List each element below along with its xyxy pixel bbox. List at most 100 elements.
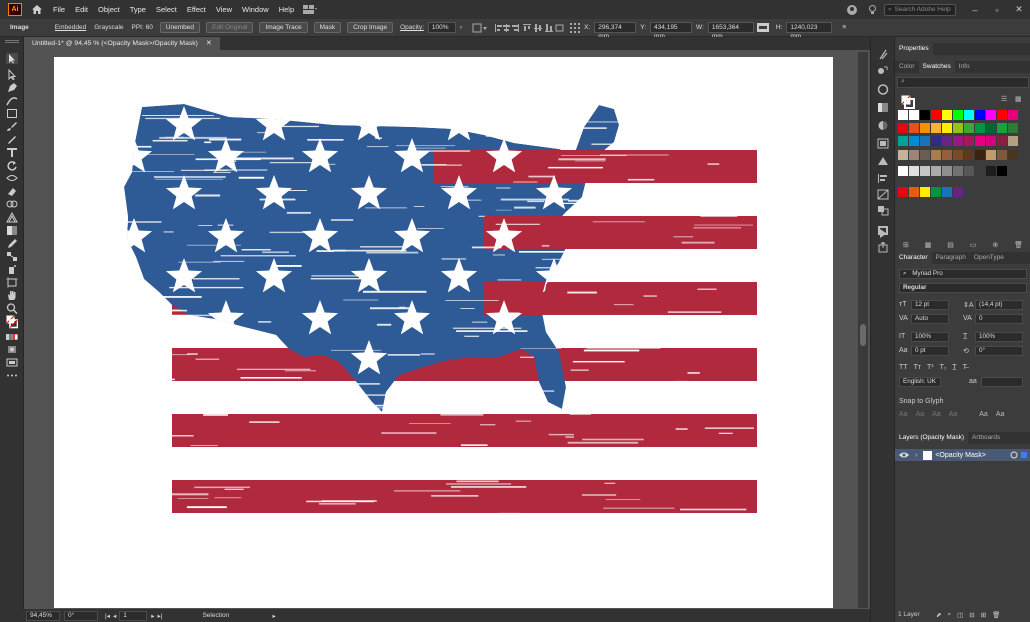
curvature-tool-icon[interactable] bbox=[6, 95, 18, 106]
tab-opentype[interactable]: OpenType bbox=[970, 252, 1008, 264]
close-window-button[interactable]: ✕ bbox=[1008, 4, 1030, 15]
swatch[interactable] bbox=[920, 136, 930, 146]
menu-file[interactable]: File bbox=[48, 5, 70, 14]
swatch-search-input[interactable]: ⌕ bbox=[897, 77, 1029, 88]
swatch[interactable] bbox=[1008, 110, 1018, 120]
language-field[interactable]: English: UK bbox=[899, 376, 941, 387]
new-swatch-icon[interactable]: ⊕ bbox=[992, 241, 998, 250]
snap-xheight-icon[interactable]: Aa bbox=[916, 411, 925, 418]
control-menu-icon[interactable]: ≡ bbox=[838, 24, 850, 31]
swatch[interactable] bbox=[931, 110, 941, 120]
swatch[interactable] bbox=[975, 123, 985, 133]
tab-info[interactable]: Info bbox=[955, 61, 974, 73]
swatch[interactable] bbox=[942, 166, 952, 176]
selection-square-icon[interactable] bbox=[1021, 452, 1027, 458]
superscript-button[interactable]: T¹ bbox=[927, 364, 934, 371]
artboard[interactable] bbox=[54, 57, 833, 608]
previous-artboard-icon[interactable]: ◂ bbox=[113, 612, 116, 620]
swatch[interactable] bbox=[898, 136, 908, 146]
swatch[interactable] bbox=[898, 150, 908, 160]
x-field[interactable]: 296,374 mm bbox=[594, 22, 637, 40]
tab-artboards[interactable]: Artboards bbox=[968, 432, 1004, 444]
swatch-options-icon[interactable]: ▤ bbox=[947, 241, 954, 250]
w-field[interactable]: 1653,364 mm bbox=[707, 22, 754, 40]
swatch[interactable] bbox=[986, 136, 996, 146]
account-icon[interactable] bbox=[847, 4, 857, 15]
vertical-scale-field[interactable]: 100% bbox=[911, 331, 949, 342]
locate-object-icon[interactable]: ⌕ bbox=[947, 611, 951, 619]
swatch[interactable] bbox=[986, 166, 996, 176]
menu-effect[interactable]: Effect bbox=[182, 5, 211, 14]
swatch[interactable] bbox=[964, 150, 974, 160]
swatch[interactable] bbox=[942, 110, 952, 120]
new-sublayer-icon[interactable]: ⊟ bbox=[969, 611, 974, 619]
menu-window[interactable]: Window bbox=[237, 5, 274, 14]
swatch[interactable] bbox=[920, 150, 930, 160]
swatch[interactable] bbox=[975, 136, 985, 146]
type-tool-icon[interactable] bbox=[6, 147, 18, 158]
align-icons[interactable] bbox=[494, 23, 564, 33]
asset-export-icon[interactable] bbox=[877, 242, 889, 253]
stroke-icon[interactable] bbox=[877, 84, 889, 95]
font-family-field[interactable]: ⌕ Myriad Pro bbox=[899, 268, 1027, 279]
swatch[interactable] bbox=[964, 166, 974, 176]
swatch[interactable] bbox=[931, 187, 941, 197]
first-artboard-icon[interactable]: |◂ bbox=[105, 612, 110, 620]
swatch[interactable] bbox=[997, 136, 1007, 146]
swatch[interactable] bbox=[909, 110, 919, 120]
font-size-field[interactable]: 12 pt bbox=[911, 299, 949, 310]
shaper-tool-icon[interactable] bbox=[6, 134, 18, 145]
rectangle-tool-icon[interactable] bbox=[6, 108, 18, 119]
swatch[interactable] bbox=[953, 110, 963, 120]
tab-character[interactable]: Character bbox=[895, 252, 932, 264]
draw-mode-icon[interactable] bbox=[6, 344, 18, 355]
align-panel-icon[interactable] bbox=[877, 173, 889, 184]
horizontal-scale-field[interactable]: 100% bbox=[975, 331, 1023, 342]
next-artboard-icon[interactable]: ▸ bbox=[151, 612, 154, 620]
h-field[interactable]: 1240,023 mm bbox=[786, 22, 833, 40]
gradient-panel-icon[interactable] bbox=[877, 102, 889, 113]
small-caps-button[interactable]: Tт bbox=[914, 364, 921, 371]
transparency-icon[interactable] bbox=[877, 120, 889, 131]
swatch[interactable] bbox=[920, 187, 930, 197]
swatch[interactable] bbox=[975, 110, 985, 120]
snap-baseline-icon[interactable]: Aa bbox=[899, 411, 908, 418]
edit-original-button[interactable]: Edit Original bbox=[206, 22, 254, 33]
delete-layer-icon[interactable]: 🗑 bbox=[992, 611, 1000, 619]
swatch[interactable] bbox=[920, 166, 930, 176]
swatch[interactable] bbox=[997, 150, 1007, 160]
eye-icon[interactable] bbox=[899, 451, 909, 459]
swatch[interactable] bbox=[997, 110, 1007, 120]
fill-stroke-swatch-icon[interactable] bbox=[901, 95, 915, 109]
swatch[interactable] bbox=[953, 150, 963, 160]
workspace-icon[interactable] bbox=[303, 5, 318, 14]
artboard-tool-icon[interactable] bbox=[6, 277, 18, 288]
swatch[interactable] bbox=[931, 136, 941, 146]
leading-field[interactable]: (14,4 pt) bbox=[975, 299, 1023, 310]
menu-edit[interactable]: Edit bbox=[70, 5, 93, 14]
opacity-label[interactable]: Opacity: bbox=[396, 24, 428, 31]
zoom-level-field[interactable]: 94,45% bbox=[26, 610, 60, 621]
swatch[interactable] bbox=[920, 123, 930, 133]
swatch[interactable] bbox=[1008, 123, 1018, 133]
swatch[interactable] bbox=[909, 123, 919, 133]
blend-tool-icon[interactable] bbox=[6, 251, 18, 262]
zoom-tool-icon[interactable] bbox=[6, 303, 18, 314]
menu-object[interactable]: Object bbox=[93, 5, 125, 14]
rotation-field[interactable]: 0° bbox=[64, 610, 98, 621]
delete-swatch-icon[interactable]: 🗑 bbox=[1014, 241, 1023, 250]
tracking-field[interactable]: 0 bbox=[975, 313, 1023, 324]
swatch[interactable] bbox=[942, 123, 952, 133]
swatch[interactable] bbox=[953, 136, 963, 146]
swatch[interactable] bbox=[898, 110, 908, 120]
swatch[interactable] bbox=[942, 187, 952, 197]
swatch[interactable] bbox=[942, 136, 952, 146]
swatch[interactable] bbox=[1008, 150, 1018, 160]
font-style-field[interactable]: Regular bbox=[899, 282, 1027, 293]
subscript-button[interactable]: T₁ bbox=[940, 364, 947, 371]
home-icon[interactable] bbox=[32, 5, 42, 14]
new-color-group-icon[interactable]: ▭ bbox=[970, 241, 977, 250]
menu-help[interactable]: Help bbox=[274, 5, 299, 14]
artboard-number-field[interactable]: 1 bbox=[119, 610, 148, 621]
recolor-icon[interactable] bbox=[472, 23, 488, 33]
